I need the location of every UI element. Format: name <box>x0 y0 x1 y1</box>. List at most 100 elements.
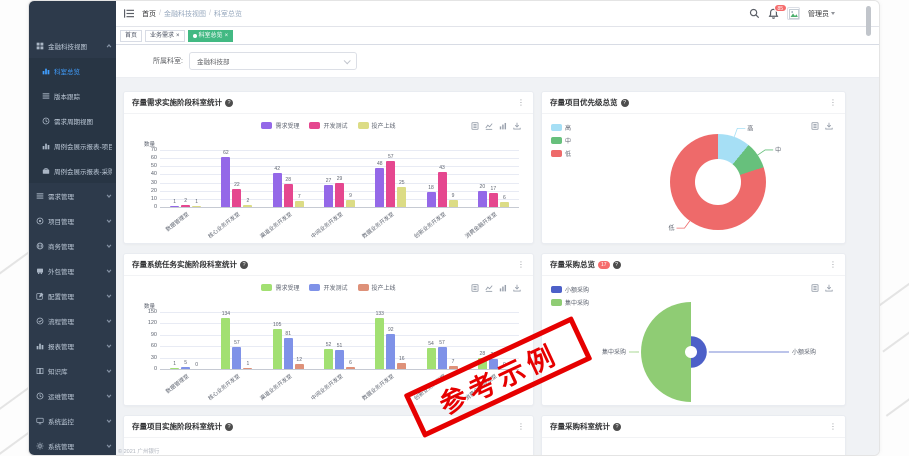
legend-item[interactable]: 需求受理 <box>261 121 299 130</box>
y-tick-label: 0 <box>143 366 157 372</box>
chevron-down-icon <box>831 12 835 15</box>
sidebar-item-7[interactable]: 报表管理 <box>29 333 116 358</box>
sidebar-item-11[interactable]: 系统管理 <box>29 433 116 455</box>
more-options-icon[interactable]: ⋮ <box>517 261 525 269</box>
close-icon[interactable]: × <box>225 33 229 39</box>
panel-title: 存量采购科室统计 <box>550 421 610 432</box>
user-name: 管理员 <box>808 9 829 19</box>
tags-view-bar: 首页业务需求×科室总览× <box>116 27 879 45</box>
help-icon[interactable]: ? <box>613 261 621 269</box>
list-icon <box>36 192 44 200</box>
y-tick-label: 30 <box>143 180 157 186</box>
sidebar-subitem-0[interactable]: 科室总览 <box>29 58 116 83</box>
more-options-icon[interactable]: ⋮ <box>829 99 837 107</box>
avatar[interactable] <box>787 7 800 20</box>
sidebar-item-3[interactable]: 商务管理 <box>29 233 116 258</box>
sidebar-subitem-label: 科室总览 <box>54 66 112 76</box>
sidebar-toggle-icon[interactable] <box>124 9 134 18</box>
sidebar-item-label: 系统管理 <box>48 441 106 451</box>
scrollbar-thumb[interactable] <box>866 6 871 36</box>
sidebar-subitem-3[interactable]: 周例会展示报表-项目 <box>29 133 116 158</box>
legend-item[interactable]: 投产上线 <box>358 121 396 130</box>
tab-label: 首页 <box>125 31 137 41</box>
bar-value-label: 51 <box>331 343 347 349</box>
clock-icon <box>36 392 44 400</box>
help-icon[interactable]: ? <box>225 423 233 431</box>
sidebar-subitem-4[interactable]: 周例会展示报表-采购 <box>29 158 116 183</box>
breadcrumb-item[interactable]: 科室总览 <box>214 9 242 19</box>
help-icon[interactable]: ? <box>240 261 248 269</box>
sidebar-item-8[interactable]: 知识库 <box>29 358 116 383</box>
sidebar-item-6[interactable]: 流程管理 <box>29 308 116 333</box>
more-options-icon[interactable]: ⋮ <box>517 99 525 107</box>
tab-0[interactable]: 首页 <box>120 30 142 42</box>
bell-icon[interactable]: 85 <box>768 8 779 19</box>
navbar-right: 85 管理员 <box>749 7 835 20</box>
rose-slice-label: 小额采购 <box>792 348 816 356</box>
bar <box>170 206 179 207</box>
bar-chart-icon <box>42 142 50 150</box>
sidebar-item-5[interactable]: 配置管理 <box>29 283 116 308</box>
bar <box>295 201 304 207</box>
tab-2[interactable]: 科室总览× <box>188 30 234 42</box>
bar-group: 20176消费金融开发室 <box>468 150 519 207</box>
globe-icon <box>36 242 44 250</box>
legend-item[interactable]: 投产上线 <box>358 283 396 292</box>
bar-group: 121数据管理室 <box>160 150 211 207</box>
y-tick-label: 50 <box>143 163 157 169</box>
bar <box>427 192 436 207</box>
x-axis-label: 渠道业务开发室 <box>258 210 293 240</box>
bar-value-label: 9 <box>445 193 461 199</box>
more-options-icon[interactable]: ⋮ <box>829 261 837 269</box>
sidebar-item-label: 配置管理 <box>48 291 106 301</box>
more-options-icon[interactable]: ⋮ <box>829 423 837 431</box>
legend-item[interactable]: 开发测试 <box>309 121 347 130</box>
bar-value-label: 29 <box>331 176 347 182</box>
more-options-icon[interactable]: ⋮ <box>517 423 525 431</box>
breadcrumb-item[interactable]: 金融科技视图 <box>164 9 206 19</box>
sidebar-item-1[interactable]: 需求管理 <box>29 183 116 208</box>
help-icon[interactable]: ? <box>225 99 233 107</box>
list-icon <box>42 92 50 100</box>
chevron-up-icon <box>106 43 112 49</box>
bar <box>427 348 436 369</box>
sidebar-item-0[interactable]: 金融科技视图 <box>29 33 116 58</box>
bar-groups: 121数据管理室62222核心业务开发室42287渠道业务开发室27299中间业… <box>160 150 519 207</box>
sidebar-subitem-1[interactable]: 版本跟踪 <box>29 83 116 108</box>
bar <box>181 205 190 207</box>
help-icon[interactable]: ? <box>621 99 629 107</box>
sidebar-item-label: 运维管理 <box>48 391 106 401</box>
legend-item[interactable]: 开发测试 <box>309 283 347 292</box>
rose-slice-label: 集中采购 <box>602 348 626 356</box>
grid-line <box>160 207 519 208</box>
monitor-icon <box>36 417 44 425</box>
legend-item[interactable]: 需求受理 <box>261 283 299 292</box>
sidebar-item-2[interactable]: 项目管理 <box>29 208 116 233</box>
close-icon[interactable]: × <box>176 33 180 39</box>
bar-group: 54577创新业务开发室 <box>416 312 467 369</box>
sidebar-subitem-2[interactable]: 需求周期视图 <box>29 108 116 133</box>
bar <box>243 368 252 369</box>
sidebar-item-10[interactable]: 系统监控 <box>29 408 116 433</box>
search-icon[interactable] <box>749 8 760 19</box>
user-menu[interactable]: 管理员 <box>808 9 835 19</box>
sidebar-item-4[interactable]: 外包管理 <box>29 258 116 283</box>
x-axis-label: 数据管理室 <box>164 372 191 395</box>
panel-header: 存量采购科室统计? ⋮ <box>542 416 845 438</box>
sidebar-item-9[interactable]: 运维管理 <box>29 383 116 408</box>
chevron-down-icon <box>106 293 112 299</box>
bar <box>324 349 333 369</box>
chevron-down-icon <box>106 443 112 449</box>
bar-value-label: 81 <box>280 331 296 337</box>
bar-value-label: 18 <box>423 185 439 191</box>
breadcrumb-item[interactable]: 首页 <box>142 9 156 19</box>
department-select[interactable]: 金融科技部 <box>189 52 357 70</box>
tab-1[interactable]: 业务需求× <box>145 30 185 42</box>
panel-count-badge: 17 <box>598 261 610 269</box>
bar-value-label: 2 <box>240 198 256 204</box>
help-icon[interactable]: ? <box>613 423 621 431</box>
pie-label-lines: 高中低 <box>542 114 845 243</box>
bar-group: 134571核心业务开发室 <box>211 312 262 369</box>
sidebar-item-label: 商务管理 <box>48 241 106 251</box>
panel-header: 存量项目优先级总览?⋮ <box>542 92 845 114</box>
